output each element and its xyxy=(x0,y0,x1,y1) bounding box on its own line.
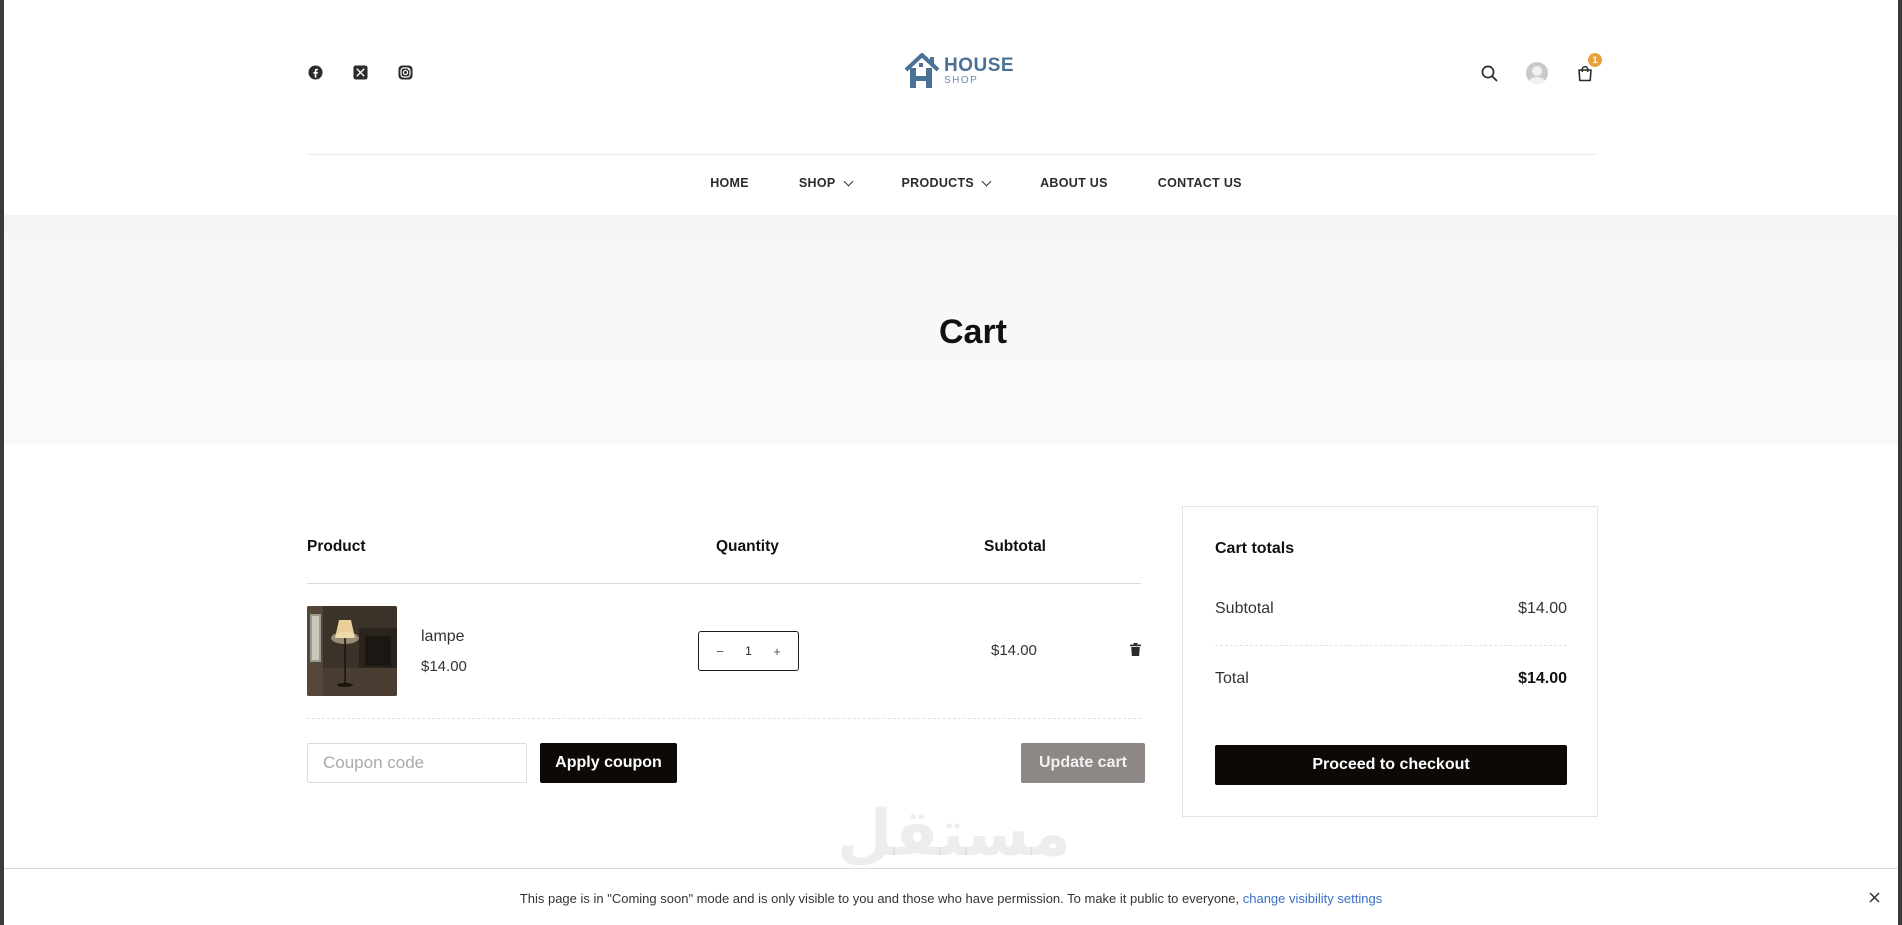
nav-item-shop[interactable]: SHOP xyxy=(798,176,853,190)
logo-main-text: HOUSE xyxy=(944,55,1015,76)
totals-subtotal-label: Subtotal xyxy=(1215,600,1274,617)
update-cart-button[interactable]: Update cart xyxy=(1021,743,1145,783)
totals-subtotal-row: Subtotal $14.00 xyxy=(1215,600,1567,618)
page: HOUSE SHOP 1 HOME SHOP PRODUCTS ABOUT US CON… xyxy=(4,0,1898,925)
x-icon[interactable] xyxy=(352,64,369,81)
facebook-icon[interactable] xyxy=(307,64,324,81)
nav-item-label: ABOUT US xyxy=(1040,176,1108,190)
site-header: HOUSE SHOP 1 HOME SHOP PRODUCTS ABOUT US CON… xyxy=(4,0,1898,215)
totals-total-value: $14.00 xyxy=(1518,670,1567,687)
house-logo-icon xyxy=(904,53,940,88)
nav-item-label: HOME xyxy=(710,176,749,190)
change-visibility-settings-link[interactable]: change visibility settings xyxy=(1243,891,1382,906)
account-button[interactable] xyxy=(1526,62,1548,84)
logo-sub-text: SHOP xyxy=(944,75,979,86)
cart-totals-title: Cart totals xyxy=(1215,540,1295,557)
search-icon[interactable] xyxy=(1478,62,1500,84)
page-hero: Cart xyxy=(4,215,1898,445)
chevron-down-icon xyxy=(981,176,992,186)
instagram-icon[interactable] xyxy=(397,64,414,81)
site-logo[interactable]: HOUSE SHOP xyxy=(904,52,1014,90)
row-divider xyxy=(307,718,1141,719)
main-nav: HOME SHOP PRODUCTS ABOUT US CONTACT US xyxy=(4,176,1898,190)
nav-item-label: PRODUCTS xyxy=(901,176,975,190)
close-icon[interactable] xyxy=(1866,889,1882,905)
avatar xyxy=(1526,62,1548,84)
quantity-value[interactable]: 1 xyxy=(745,644,752,658)
nav-item-label: SHOP xyxy=(798,176,836,190)
totals-subtotal-value: $14.00 xyxy=(1518,600,1567,617)
trash-icon xyxy=(1130,643,1141,656)
apply-coupon-button[interactable]: Apply coupon xyxy=(540,743,677,783)
quantity-stepper: − 1 + xyxy=(698,631,799,671)
product-price: $14.00 xyxy=(421,658,467,675)
product-thumbnail[interactable] xyxy=(307,606,397,696)
coupon-code-input[interactable] xyxy=(307,743,527,783)
increase-quantity-button[interactable]: + xyxy=(770,644,784,659)
header-actions: 1 xyxy=(1478,53,1602,84)
table-header-divider xyxy=(307,583,1141,584)
column-header-quantity: Quantity xyxy=(716,538,779,555)
totals-divider xyxy=(1215,645,1567,646)
totals-total-row: Total $14.00 xyxy=(1215,670,1567,688)
nav-item-contact-us[interactable]: CONTACT US xyxy=(1158,176,1242,190)
shopping-bag-icon xyxy=(1578,65,1592,81)
row-subtotal: $14.00 xyxy=(991,642,1037,659)
product-name-link[interactable]: lampe xyxy=(421,628,465,646)
page-title: Cart xyxy=(938,313,1008,351)
chevron-down-icon xyxy=(843,176,853,186)
cart-button[interactable]: 1 xyxy=(1574,53,1602,84)
cart-totals-panel: Cart totals Subtotal $14.00 Total $14.00… xyxy=(1182,506,1598,817)
nav-item-about-us[interactable]: ABOUT US xyxy=(1040,176,1108,190)
nav-item-label: CONTACT US xyxy=(1157,176,1242,190)
totals-total-label: Total xyxy=(1215,670,1249,687)
decrease-quantity-button[interactable]: − xyxy=(713,644,727,659)
column-header-subtotal: Subtotal xyxy=(984,538,1046,555)
remove-item-button[interactable] xyxy=(1130,643,1141,661)
column-header-product: Product xyxy=(307,538,366,555)
header-divider xyxy=(307,154,1597,155)
social-links xyxy=(307,64,414,81)
nav-item-home[interactable]: HOME xyxy=(710,176,749,190)
nav-item-products[interactable]: PRODUCTS xyxy=(901,176,992,190)
notice-text: This page is in "Coming soon" mode and i… xyxy=(519,891,1243,906)
watermark-arabic: مستقل xyxy=(837,797,1071,871)
coming-soon-notice: This page is in "Coming soon" mode and i… xyxy=(4,868,1898,925)
cart-count-badge: 1 xyxy=(1588,53,1602,67)
proceed-to-checkout-button[interactable]: Proceed to checkout xyxy=(1215,745,1567,785)
